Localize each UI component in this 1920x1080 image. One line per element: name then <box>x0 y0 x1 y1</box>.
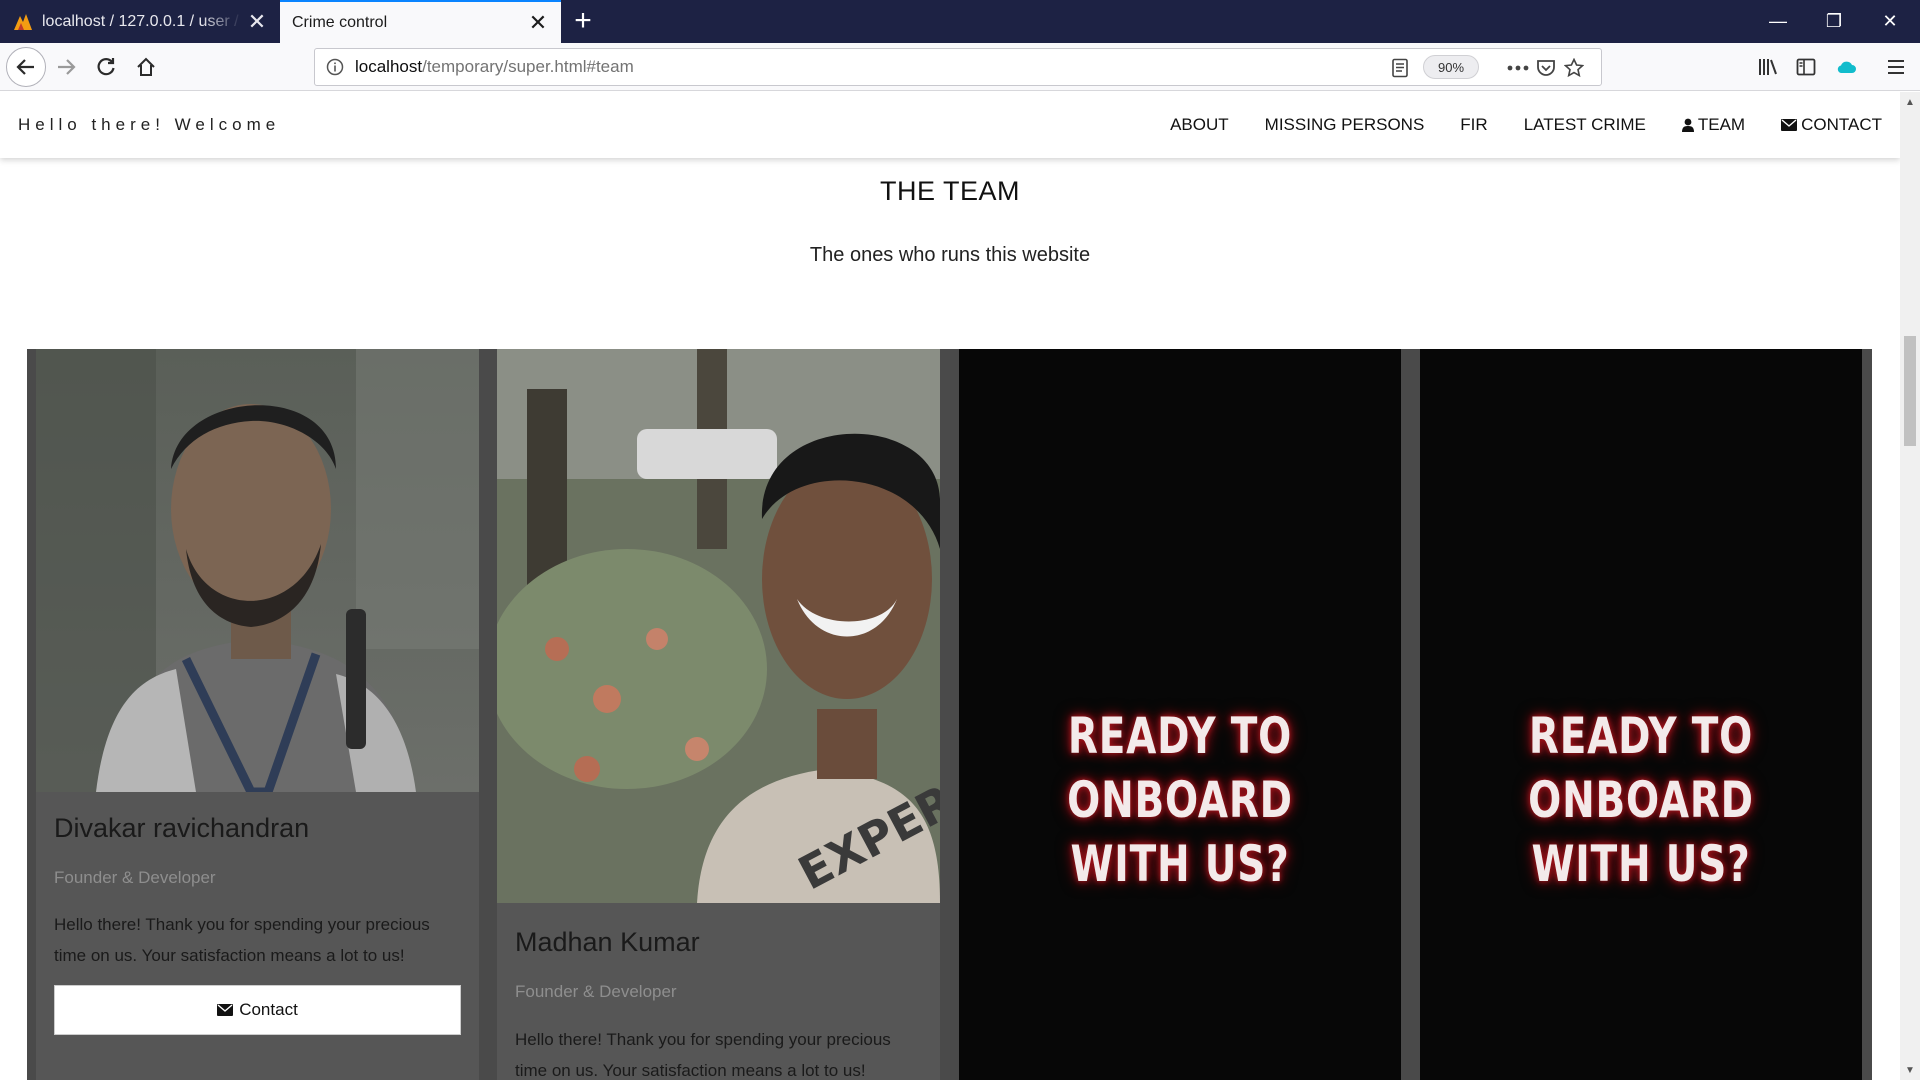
back-button[interactable] <box>6 47 46 87</box>
sidebar-button[interactable] <box>1788 49 1824 85</box>
onboard-line-2: WITH US? <box>1531 835 1751 893</box>
nav-label: ABOUT <box>1170 115 1229 134</box>
new-tab-button[interactable]: + <box>568 4 598 37</box>
envelope-icon <box>1781 119 1798 131</box>
member-photo <box>36 349 479 792</box>
nav-label: FIR <box>1460 115 1488 134</box>
site-brand[interactable]: Hello there! Welcome <box>18 115 280 135</box>
info-icon[interactable] <box>315 58 355 76</box>
envelope-icon <box>217 1004 234 1016</box>
window-close-button[interactable]: ✕ <box>1862 0 1918 43</box>
tab-title: Crime control <box>292 13 388 31</box>
nav-links: ABOUT MISSING PERSONS FIR LATEST CRIME T… <box>1134 92 1882 158</box>
home-button[interactable] <box>128 49 164 85</box>
sidebar-icon <box>1796 58 1816 76</box>
reload-icon <box>97 58 115 76</box>
nav-team[interactable]: TEAM <box>1681 115 1746 135</box>
nav-about[interactable]: ABOUT <box>1170 115 1229 135</box>
minimize-button[interactable]: — <box>1750 0 1806 43</box>
onboard-line-1: READY TO ONBOARD <box>1067 707 1293 829</box>
arrow-left-icon <box>16 59 34 75</box>
nav-label: MISSING PERSONS <box>1264 115 1425 134</box>
close-icon[interactable]: ✕ <box>242 7 272 37</box>
nav-label: TEAM <box>1697 115 1746 134</box>
scroll-up-icon[interactable]: ▲ <box>1900 92 1920 112</box>
nav-fir[interactable]: FIR <box>1460 115 1487 135</box>
onboard-line-1: READY TO ONBOARD <box>1528 707 1754 829</box>
url-text[interactable]: localhost/temporary/super.html#team <box>355 57 1601 77</box>
onboard-heading: READY TO ONBOARD WITH US? <box>1008 704 1353 896</box>
scrollbar-thumb[interactable] <box>1904 336 1916 446</box>
team-card-madhan: EXPERIE Madhan Kumar Founder & Developer… <box>497 349 940 1080</box>
team-card-divakar: Divakar ravichandran Founder & Developer… <box>36 349 479 1080</box>
arrow-right-icon <box>58 59 76 75</box>
reader-view-icon[interactable] <box>1387 55 1413 81</box>
member-role: Founder & Developer <box>54 868 216 887</box>
forward-button[interactable] <box>48 49 84 85</box>
bookmark-star-icon[interactable] <box>1561 55 1587 81</box>
browser-toolbar: localhost/temporary/super.html#team 90% <box>0 43 1920 91</box>
hamburger-icon <box>1888 60 1904 74</box>
onboard-card: READY TO ONBOARD WITH US? <box>1420 349 1862 1080</box>
team-section-title: THE TEAM <box>879 176 1020 206</box>
site-navbar: Hello there! Welcome ABOUT MISSING PERSO… <box>0 92 1900 158</box>
page-viewport: Hello there! Welcome ABOUT MISSING PERSO… <box>0 92 1900 1080</box>
contact-button-label: Contact <box>239 1000 298 1019</box>
team-cards-row: Divakar ravichandran Founder & Developer… <box>27 349 1872 1080</box>
menu-button[interactable] <box>1878 49 1914 85</box>
library-icon <box>1759 59 1777 75</box>
scroll-down-icon[interactable]: ▼ <box>1900 1060 1920 1080</box>
nav-contact[interactable]: CONTACT <box>1781 115 1882 135</box>
browser-titlebar: localhost / 127.0.0.1 / user / mi ✕ Crim… <box>0 0 1920 43</box>
team-section-subtitle: The ones who runs this website <box>809 244 1091 266</box>
tab-title: localhost / 127.0.0.1 / user / mi <box>42 12 242 30</box>
member-bio: Hello there! Thank you for spending your… <box>515 1030 891 1080</box>
tab-crime-control[interactable]: Crime control ✕ <box>280 0 561 43</box>
phpmyadmin-icon <box>12 11 34 33</box>
nav-label: CONTACT <box>1801 115 1882 134</box>
onboard-line-2: WITH US? <box>1070 835 1290 893</box>
home-icon <box>137 57 155 76</box>
member-name: Madhan Kumar <box>515 927 700 957</box>
nav-label: LATEST CRIME <box>1523 115 1646 134</box>
contact-button[interactable]: Contact <box>54 985 461 1035</box>
close-icon[interactable]: ✕ <box>523 8 553 38</box>
url-path: /temporary/super.html#team <box>422 57 634 76</box>
more-actions-icon[interactable] <box>1505 55 1531 81</box>
pocket-icon[interactable] <box>1533 55 1559 81</box>
member-role: Founder & Developer <box>515 982 677 1001</box>
sync-cloud-button[interactable] <box>1828 49 1864 85</box>
reload-button[interactable] <box>88 49 124 85</box>
cloud-icon <box>1837 61 1856 73</box>
member-photo: EXPERIE <box>497 349 940 903</box>
nav-missing-persons[interactable]: MISSING PERSONS <box>1265 115 1425 135</box>
onboard-card: READY TO ONBOARD WITH US? <box>959 349 1401 1080</box>
onboard-heading: READY TO ONBOARD WITH US? <box>1469 704 1814 896</box>
url-host: localhost <box>355 57 423 76</box>
zoom-level[interactable]: 90% <box>1423 55 1479 79</box>
member-bio: Hello there! Thank you for spending your… <box>54 915 430 965</box>
page-scrollbar[interactable]: ▲ ▼ <box>1900 92 1920 1080</box>
library-button[interactable] <box>1750 49 1786 85</box>
nav-latest-crime[interactable]: LATEST CRIME <box>1524 115 1646 135</box>
restore-button[interactable]: ❐ <box>1806 0 1862 43</box>
user-icon <box>1681 118 1694 132</box>
tab-phpmyadmin[interactable]: localhost / 127.0.0.1 / user / mi ✕ <box>0 0 280 43</box>
member-name: Divakar ravichandran <box>54 813 310 843</box>
url-bar[interactable]: localhost/temporary/super.html#team 90% <box>314 48 1602 86</box>
